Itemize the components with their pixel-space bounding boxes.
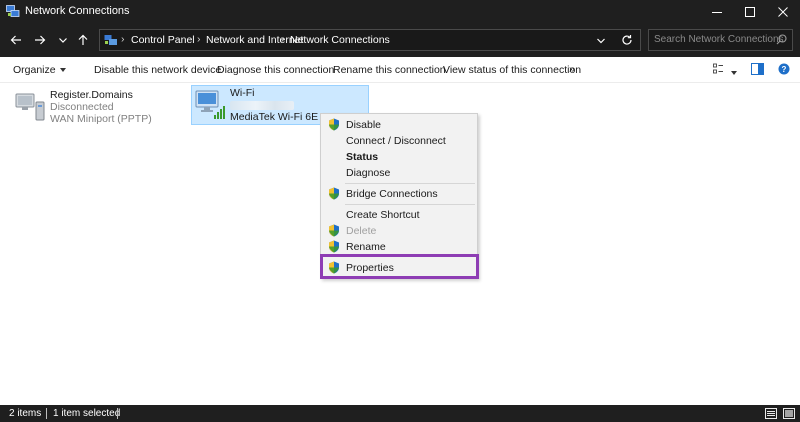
command-bar: Organize Disable this network device Dia… [0, 57, 800, 83]
diagnose-connection-button[interactable]: Diagnose this connection [217, 64, 334, 76]
search-icon [776, 34, 787, 45]
menu-separator [345, 183, 475, 184]
selection-count: 1 item selected [53, 408, 121, 419]
connection-device: WAN Miniport (PPTP) [50, 113, 152, 125]
uac-shield-icon [329, 187, 339, 200]
status-bar: 2 items 1 item selected [0, 405, 800, 422]
caret-down-icon [59, 68, 66, 73]
menu-item-label: Bridge Connections [346, 188, 438, 200]
item-count: 2 items [9, 408, 42, 419]
search-input[interactable]: Search Network Connections [648, 29, 793, 51]
menu-item-label: Delete [346, 225, 377, 237]
close-button[interactable] [766, 0, 800, 23]
menu-item-status[interactable]: Status [321, 149, 477, 165]
menu-item-label: Properties [346, 262, 394, 274]
address-dropdown-button[interactable] [596, 36, 606, 48]
breadcrumb-separator: › [281, 33, 285, 45]
breadcrumb-separator: › [197, 33, 201, 45]
chevron-down-icon [59, 38, 67, 43]
disable-device-button[interactable]: Disable this network device [94, 64, 221, 76]
caret-down-icon [731, 71, 737, 76]
uac-shield-icon [329, 240, 339, 253]
address-bar[interactable]: › Control Panel › Network and Internet ›… [99, 29, 641, 51]
window-title: Network Connections [25, 5, 130, 17]
menu-item-diagnose[interactable]: Diagnose [321, 165, 477, 181]
title-bar: Network Connections [0, 0, 800, 23]
menu-item-label: Connect / Disconnect [346, 135, 446, 147]
menu-separator [345, 204, 475, 205]
rename-connection-button[interactable]: Rename this connection [333, 64, 446, 76]
details-view-icon [765, 408, 777, 419]
menu-separator [345, 256, 475, 257]
view-dropdown-button[interactable] [731, 67, 737, 79]
connection-status: Disconnected [50, 101, 114, 113]
navigation-bar: › Control Panel › Network and Internet ›… [0, 23, 800, 57]
menu-item-disable[interactable]: Disable [321, 117, 477, 133]
minimize-icon [712, 11, 722, 13]
control-panel-icon [104, 35, 117, 45]
menu-item-create-shortcut[interactable]: Create Shortcut [321, 207, 477, 223]
menu-item-bridge-connections[interactable]: Bridge Connections [321, 186, 477, 202]
minimize-button[interactable] [700, 0, 734, 23]
up-button[interactable] [73, 30, 93, 50]
arrow-right-icon [35, 35, 46, 45]
arrow-up-icon [78, 34, 88, 45]
tiles-view-icon [783, 408, 795, 419]
uac-shield-icon [329, 224, 339, 237]
menu-item-label: Create Shortcut [346, 209, 420, 221]
context-menu: Disable Connect / Disconnect Status Diag… [320, 113, 478, 279]
wifi-adapter-icon [195, 90, 225, 119]
details-view-button[interactable] [765, 408, 777, 422]
view-options-icon [713, 63, 723, 74]
connection-name: Register.Domains [50, 89, 133, 101]
breadcrumb-network-and-internet[interactable]: Network and Internet [206, 34, 303, 46]
menu-item-label: Diagnose [346, 167, 391, 179]
refresh-icon [622, 35, 632, 45]
back-button[interactable] [6, 30, 26, 50]
connection-name: Wi-Fi [230, 87, 255, 99]
menu-item-delete[interactable]: Delete [321, 223, 477, 239]
chevron-down-icon [597, 38, 605, 44]
status-divider [46, 408, 47, 419]
forward-button[interactable] [30, 30, 50, 50]
vpn-connection-icon [15, 93, 45, 121]
organize-button[interactable]: Organize [13, 64, 66, 76]
status-divider [117, 408, 118, 419]
network-connections-icon [6, 5, 20, 17]
uac-shield-icon [329, 261, 339, 274]
menu-item-connect-disconnect[interactable]: Connect / Disconnect [321, 133, 477, 149]
refresh-button[interactable] [621, 34, 633, 49]
network-name-redacted [230, 101, 294, 110]
more-commands-button[interactable]: » [569, 63, 575, 75]
menu-item-rename[interactable]: Rename [321, 239, 477, 255]
menu-item-label: Status [346, 151, 379, 163]
breadcrumb-network-connections[interactable]: Network Connections [290, 34, 390, 46]
change-view-button[interactable] [713, 63, 727, 78]
breadcrumb-control-panel[interactable]: Control Panel [131, 34, 195, 46]
view-status-button[interactable]: View status of this connection [443, 64, 581, 76]
uac-shield-icon [329, 118, 339, 131]
help-icon: ? [778, 63, 790, 75]
maximize-icon [745, 6, 755, 17]
menu-item-properties[interactable]: Properties [321, 260, 477, 276]
arrow-left-icon [10, 35, 21, 45]
close-icon [778, 6, 788, 17]
connection-item-register-domains[interactable]: Register.Domains Disconnected WAN Minipo… [12, 88, 182, 126]
large-icons-view-button[interactable] [783, 408, 795, 422]
preview-pane-button[interactable] [751, 63, 764, 78]
preview-pane-icon [751, 63, 764, 75]
help-button[interactable]: ? [778, 63, 790, 78]
menu-item-label: Rename [346, 241, 386, 253]
menu-item-label: Disable [346, 119, 382, 131]
breadcrumb-separator: › [121, 33, 125, 45]
search-placeholder: Search Network Connections [654, 34, 784, 45]
maximize-button[interactable] [733, 0, 767, 23]
organize-label: Organize [13, 64, 56, 76]
recent-locations-button[interactable] [53, 30, 73, 50]
svg-text:?: ? [782, 65, 787, 74]
